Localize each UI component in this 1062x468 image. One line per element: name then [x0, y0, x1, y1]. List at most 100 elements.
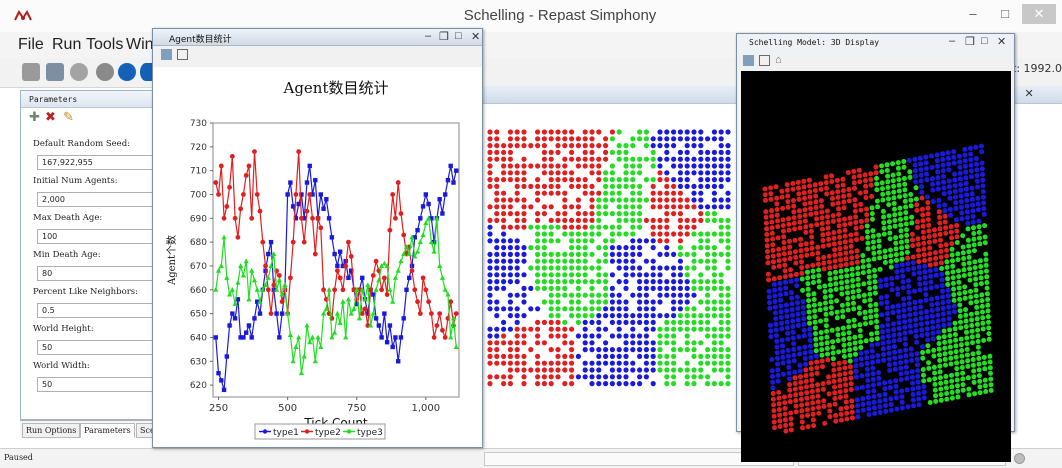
agent-dot	[630, 156, 636, 162]
x-tick-label: 750	[347, 403, 366, 414]
database-icon[interactable]	[70, 63, 88, 81]
agent-sphere	[969, 185, 975, 191]
agent-sphere	[876, 249, 882, 255]
agent-dot	[677, 170, 683, 176]
agent-sphere	[943, 230, 949, 236]
param-value-field[interactable]: 50	[37, 340, 161, 355]
agent-dot	[569, 279, 575, 285]
agent-sphere	[969, 334, 975, 340]
home-icon[interactable]: ⌂	[775, 55, 786, 66]
step-icon[interactable]	[118, 63, 136, 81]
data-point	[343, 263, 349, 269]
agent-sphere	[911, 271, 917, 277]
agent-dot	[541, 299, 547, 305]
agent-dot	[507, 136, 513, 142]
agent-dot	[521, 367, 527, 373]
delete-icon[interactable]: ✖	[45, 110, 56, 124]
agent-sphere	[919, 332, 925, 338]
agent-sphere	[826, 242, 832, 248]
agent-sphere	[832, 252, 838, 258]
agent-dot	[548, 306, 554, 312]
agent-sphere	[973, 156, 979, 162]
tab-run-options[interactable]: Run Options	[22, 423, 81, 438]
chart-maximize-button[interactable]: □	[455, 30, 462, 42]
agent-sphere	[793, 254, 799, 260]
agent-dot	[589, 381, 595, 387]
data-point	[454, 168, 459, 173]
export-icon[interactable]	[161, 49, 172, 60]
agent-sphere	[827, 282, 833, 288]
param-value-field[interactable]: 2,000	[37, 192, 161, 207]
add-icon[interactable]: ✚	[29, 110, 40, 124]
data-point	[257, 208, 263, 214]
display-3d-minimize-button[interactable]: –	[949, 35, 955, 47]
agent-sphere	[907, 318, 913, 324]
agent-sphere	[783, 291, 789, 297]
agent-dot	[684, 129, 690, 135]
minimize-button[interactable]: –	[958, 4, 988, 24]
agent-dot	[501, 279, 507, 285]
agent-sphere	[802, 195, 807, 201]
agent-dot	[691, 143, 697, 149]
chart-minimize-button[interactable]: –	[425, 30, 431, 42]
agent-sphere	[982, 360, 987, 366]
agent-sphere	[796, 345, 802, 351]
agent-dot	[637, 245, 643, 251]
display-3d-maximize-button[interactable]: □	[981, 35, 988, 47]
agent-sphere	[843, 245, 849, 250]
chart-window-titlebar[interactable]: Agent数目统计 – ❐ □ ✕	[153, 29, 482, 46]
param-value-field[interactable]: 167,922,955	[37, 155, 161, 170]
data-point	[337, 275, 343, 281]
agent-sphere	[941, 334, 947, 340]
tab-parameters[interactable]: Parameters	[80, 423, 135, 438]
agent-dot	[575, 251, 581, 257]
menu-tools[interactable]: Tools	[86, 36, 123, 54]
display-3d-titlebar[interactable]: Schelling Model: 3D Display – ❐ □ ✕	[737, 34, 1014, 52]
snapshot-icon[interactable]	[743, 55, 754, 66]
menu-run[interactable]: Run	[52, 36, 81, 54]
disk-icon[interactable]	[46, 63, 64, 81]
display-3d-close-button[interactable]: ✕	[997, 35, 1006, 48]
agent-sphere	[940, 300, 946, 306]
agent-dot	[677, 183, 683, 189]
settings-icon[interactable]	[759, 55, 770, 66]
agent-sphere	[845, 170, 851, 175]
agent-sphere	[964, 352, 970, 358]
play-icon[interactable]	[140, 63, 152, 81]
agent-dot	[507, 353, 513, 359]
chart-close-button[interactable]: ✕	[471, 30, 480, 43]
agent-sphere	[978, 269, 984, 275]
edit-icon[interactable]: ✎	[63, 110, 74, 124]
menu-file[interactable]: File	[18, 36, 44, 54]
maximize-button[interactable]: □	[990, 4, 1020, 24]
agent-dot	[684, 231, 690, 237]
display-3d-restore-button[interactable]: ❐	[965, 35, 975, 48]
save-icon[interactable]	[22, 63, 40, 81]
agent-sphere	[871, 256, 877, 262]
agent-dot	[569, 306, 575, 312]
chart-restore-button[interactable]: ❐	[439, 30, 449, 43]
agent-sphere	[789, 301, 795, 307]
agent-sphere	[762, 192, 768, 198]
properties-icon[interactable]	[177, 49, 188, 60]
param-value-field[interactable]: 80	[37, 266, 161, 281]
agent-sphere	[975, 344, 981, 350]
agent-sphere	[970, 202, 976, 208]
agent-dot	[487, 183, 493, 189]
agent-sphere	[805, 275, 811, 281]
agent-sphere	[874, 181, 880, 187]
agent-sphere	[962, 295, 968, 301]
stop-icon[interactable]	[96, 63, 114, 81]
agent-sphere	[890, 178, 896, 184]
close-button[interactable]: ✕	[1022, 4, 1056, 24]
param-value-field[interactable]: 0.5	[37, 303, 161, 318]
param-value-field[interactable]: 100	[37, 229, 161, 244]
agent-dot	[501, 170, 507, 176]
param-value-field[interactable]: 50	[37, 377, 161, 392]
agent-dot	[535, 279, 541, 285]
agent-dot	[650, 231, 656, 237]
agent-dot	[596, 231, 602, 237]
agent-dot	[603, 136, 609, 142]
agent-sphere	[845, 307, 851, 313]
agent-sphere	[897, 337, 903, 343]
